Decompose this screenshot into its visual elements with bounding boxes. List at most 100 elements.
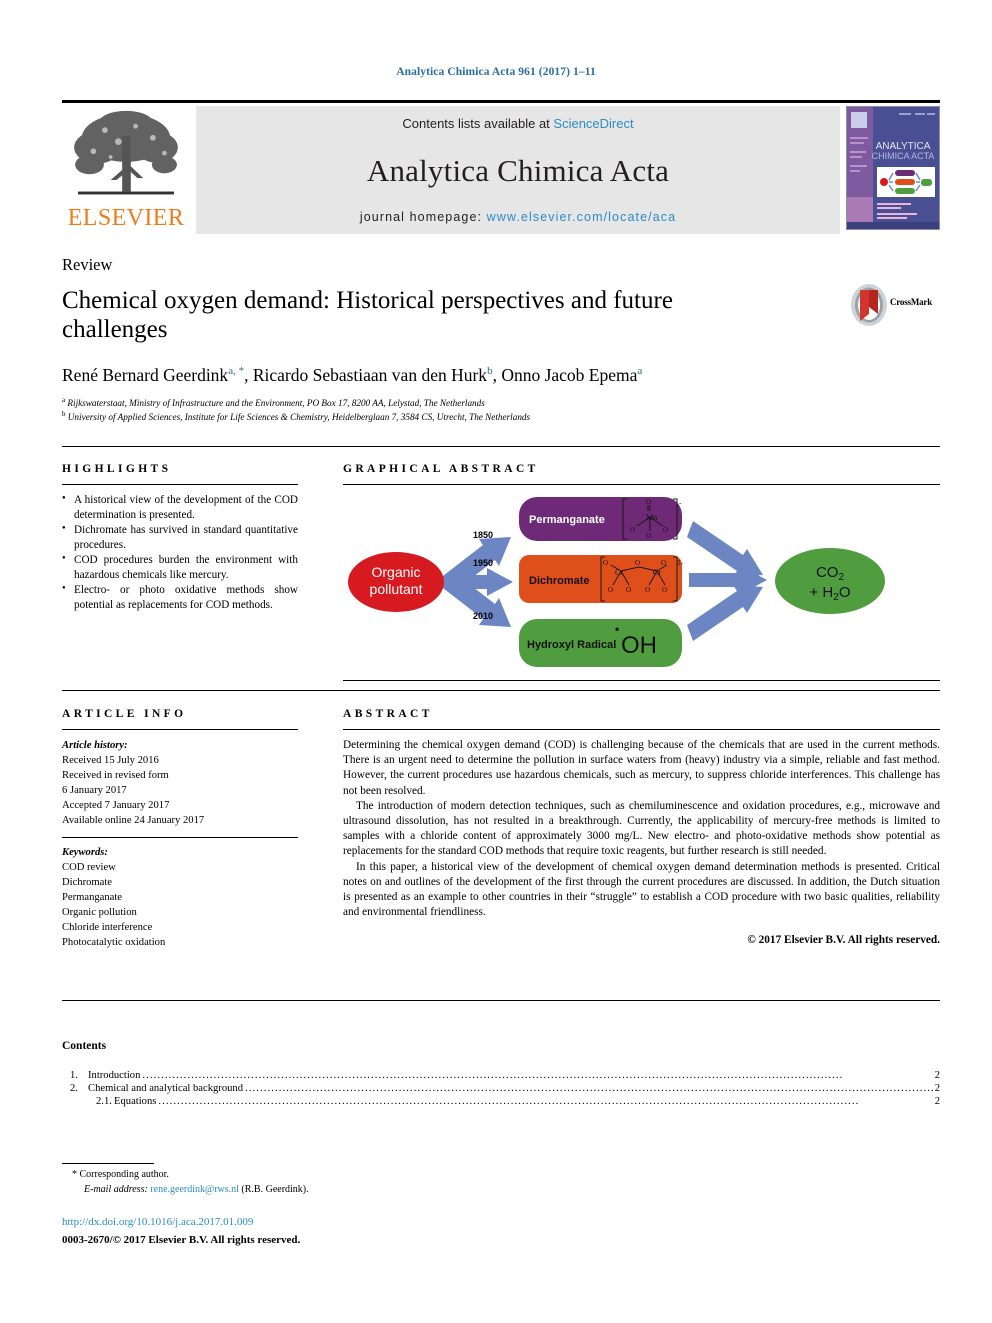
toc-leader-dots: ........................................… — [142, 1070, 844, 1081]
crossmark-badge[interactable]: CrossMark — [848, 283, 940, 329]
year-label-1950: 1950 — [473, 558, 493, 568]
graphical-abstract-figure: Organic pollutant 1850 1950 2010 Permang… — [343, 493, 940, 681]
author-list: René Bernard Geerdinka, *, Ricardo Sebas… — [62, 364, 643, 385]
abstract-copyright: © 2017 Elsevier B.V. All rights reserved… — [747, 934, 940, 947]
affiliation-text: Rijkswaterstaat, Ministry of Infrastruct… — [67, 397, 485, 408]
toc-leader-dots: ........................................… — [158, 1096, 860, 1107]
journal-homepage-link[interactable]: www.elsevier.com/locate/aca — [487, 210, 677, 224]
journal-article-first-page: Analytica Chimica Acta 961 (2017) 1–11 E… — [0, 0, 992, 1323]
journal-title: Analytica Chimica Acta — [366, 152, 670, 188]
source-label-line2: pollutant — [370, 581, 423, 597]
abstract-paragraph: Determining the chemical oxygen demand (… — [343, 739, 940, 797]
toc-label: Equations — [114, 1096, 157, 1107]
svg-text:O: O — [646, 532, 651, 540]
article-history: Article history: Received 15 July 2016 R… — [62, 738, 298, 828]
graphical-abstract-rule — [343, 484, 940, 485]
graphical-abstract-panel: GRAPHICAL ABSTRACT Organic pollutant 185… — [343, 463, 940, 681]
section-divider-2 — [62, 690, 940, 691]
toc-number: 1. — [70, 1070, 78, 1081]
svg-text:O: O — [661, 559, 666, 567]
masthead-top-rule — [62, 100, 940, 103]
contents-available-line: Contents lists available at ScienceDirec… — [402, 116, 633, 131]
toc-page: 2 — [934, 1083, 940, 1094]
toc-label: Introduction — [88, 1070, 141, 1081]
cod-oxidation-diagram: Organic pollutant 1850 1950 2010 Permang… — [348, 497, 885, 667]
keyword-item: Photocatalytic oxidation — [62, 937, 166, 949]
article-type: Review — [62, 255, 113, 274]
svg-text:CHIMICA ACTA: CHIMICA ACTA — [872, 151, 935, 161]
toc-label: Chemical and analytical background — [88, 1083, 244, 1094]
journal-masthead: ELSEVIER Contents lists available at Sci… — [62, 100, 940, 235]
toc-number: 2. — [70, 1083, 78, 1094]
history-item: Received in revised form — [62, 770, 169, 782]
abstract-paragraph: The introduction of modern detection tec… — [343, 799, 940, 858]
radical-dot: • — [615, 622, 619, 636]
highlights-list: A historical view of the development of … — [62, 493, 298, 613]
hydroxyl-radical-node: Hydroxyl Radical • OH — [519, 619, 682, 667]
keywords: Keywords: COD review Dichromate Permanga… — [62, 845, 298, 950]
article-history-label: Article history: — [62, 740, 128, 751]
toc-leader-dots: ........................................… — [245, 1083, 933, 1094]
product-label-h2o: + H2O — [810, 584, 851, 603]
article-info-separator — [62, 837, 298, 839]
toc-entry[interactable]: 2. Chemical and analytical background ..… — [62, 1083, 940, 1094]
affiliation: a Rijkswaterstaat, Ministry of Infrastru… — [62, 396, 940, 410]
elsevier-tree-icon — [74, 110, 178, 195]
article-title-block: Review Chemical oxygen demand: Historica… — [62, 255, 940, 424]
journal-cover-thumbnail: ANALYTICA CHIMICA ACTA — [846, 106, 940, 230]
permanganate-node: Permanganate - O O O O Mn — [519, 497, 682, 541]
article-info-panel: ARTICLE INFO Article history: Received 1… — [62, 708, 298, 950]
affiliation: b University of Applied Sciences, Instit… — [62, 410, 940, 424]
dichromate-node: Dichromate 2- O O O O O O O Cr Cr — [519, 555, 684, 603]
highlights-panel: HIGHLIGHTS A historical view of the deve… — [62, 463, 298, 614]
corresponding-author-note: * Corresponding author. — [72, 1168, 632, 1183]
svg-text:Cr: Cr — [615, 568, 623, 577]
abstract-paragraph: In this paper, a historical view of the … — [343, 860, 940, 919]
doi-link[interactable]: http://dx.doi.org/10.1016/j.aca.2017.01.… — [62, 1216, 253, 1228]
toc-entry[interactable]: 1. Introduction ........................… — [62, 1070, 940, 1081]
svg-text:2-: 2- — [677, 559, 684, 567]
footnote-rule — [62, 1163, 154, 1164]
list-item: A historical view of the development of … — [62, 493, 298, 522]
source-label-line1: Organic — [371, 564, 420, 580]
article-info-rule — [62, 729, 298, 730]
corresponding-star: * — [72, 1169, 77, 1180]
email-label: E-mail address: — [84, 1183, 148, 1195]
elsevier-wordmark: ELSEVIER — [67, 205, 185, 231]
author-marks: a, * — [228, 364, 245, 377]
homepage-prefix: journal homepage: — [359, 210, 487, 224]
masthead-center: Contents lists available at ScienceDirec… — [196, 106, 840, 234]
contents-panel: Contents 1. Introduction ...............… — [62, 1040, 940, 1109]
page-title: Chemical oxygen demand: Historical persp… — [62, 287, 673, 344]
svg-text:-: - — [679, 499, 682, 507]
keyword-item: Dichromate — [62, 877, 113, 889]
article-info-heading: ARTICLE INFO — [62, 708, 187, 720]
affiliation-mark: a — [62, 395, 66, 404]
list-item: COD procedures burden the environment wi… — [62, 553, 298, 582]
history-item: 6 January 2017 — [62, 785, 127, 797]
crossmark-label: CrossMark — [890, 297, 933, 307]
svg-text:Mn: Mn — [646, 513, 657, 522]
author-marks: a — [637, 364, 643, 377]
list-item: Dichromate has survived in standard quan… — [62, 523, 298, 552]
sciencedirect-link[interactable]: ScienceDirect — [553, 116, 633, 131]
section-divider-3 — [62, 1000, 940, 1001]
journal-homepage-line: journal homepage: www.elsevier.com/locat… — [360, 210, 676, 224]
svg-text:O: O — [630, 526, 635, 534]
svg-text:O: O — [663, 526, 668, 534]
svg-text:O: O — [646, 498, 651, 506]
toc-entry[interactable]: 2.1. Equations .........................… — [62, 1096, 940, 1107]
email-owner: (R.B. Geerdink). — [241, 1183, 309, 1195]
affiliation-text: University of Applied Sciences, Institut… — [67, 411, 531, 422]
arrow-group-right — [687, 521, 767, 641]
email-link[interactable]: rene.geerdink@rws.nl — [150, 1184, 239, 1195]
email-note: E-mail address: rene.geerdink@rws.nl (R.… — [72, 1183, 632, 1198]
year-label-2010: 2010 — [473, 611, 493, 621]
toc-page: 2 — [934, 1096, 940, 1107]
svg-text:O: O — [603, 559, 608, 567]
toc-number: 2.1. — [96, 1096, 112, 1107]
running-head: Analytica Chimica Acta 961 (2017) 1–11 — [396, 66, 596, 78]
elsevier-logo: ELSEVIER — [62, 106, 190, 230]
keywords-label: Keywords: — [62, 847, 108, 859]
svg-text:O: O — [635, 559, 640, 567]
